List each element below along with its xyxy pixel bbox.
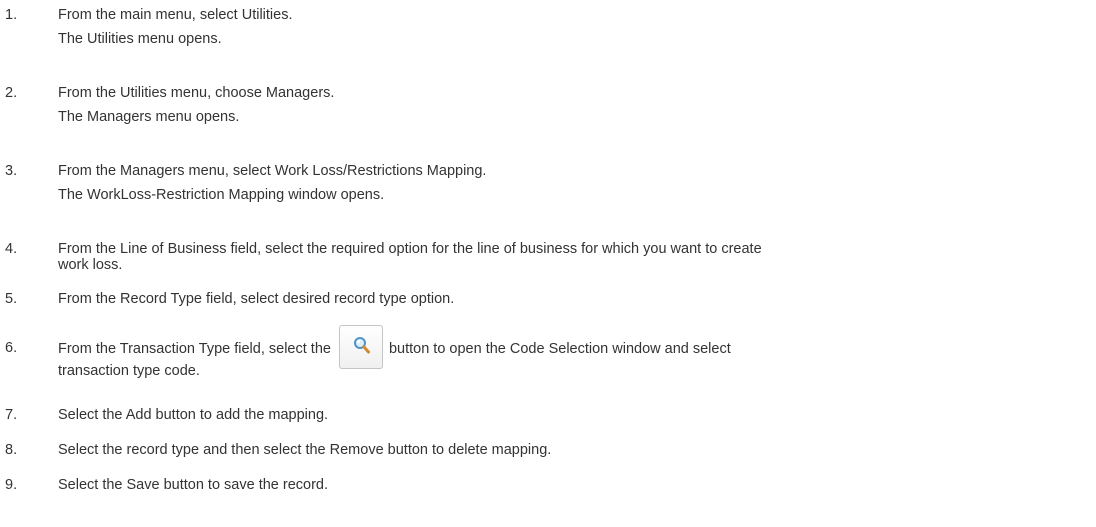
search-icon bbox=[353, 337, 370, 354]
step-number: 8. bbox=[5, 442, 18, 458]
step-result: The Utilities menu opens. bbox=[58, 31, 222, 47]
step-text: Select the Save button to save the recor… bbox=[58, 477, 329, 493]
step-text-before: From the Transaction Type field, select … bbox=[58, 341, 331, 357]
search-button[interactable] bbox=[338, 325, 383, 370]
step-text: Select the record type and then select t… bbox=[58, 442, 552, 458]
step-number: 3. bbox=[5, 163, 18, 179]
step-text: From the Managers menu, select Work Loss… bbox=[58, 163, 487, 179]
step-text: From the Line of Business field, select … bbox=[58, 241, 1068, 273]
step-text: From the Record Type field, select desir… bbox=[58, 291, 455, 307]
step-text: From the Transaction Type field, select … bbox=[58, 325, 1068, 379]
step-number: 1. bbox=[5, 7, 18, 23]
step-number: 6. bbox=[5, 340, 18, 356]
step-text-after: button to open the Code Selection window… bbox=[388, 341, 731, 357]
step-text: Select the Add button to add the mapping… bbox=[58, 407, 329, 423]
step-number: 9. bbox=[5, 477, 18, 493]
step-result: The Managers menu opens. bbox=[58, 109, 240, 125]
step-number: 7. bbox=[5, 407, 18, 423]
step-text-line: From the Line of Business field, select … bbox=[58, 241, 762, 257]
step-number: 4. bbox=[5, 241, 18, 257]
step-number: 2. bbox=[5, 85, 18, 101]
step-text-line: work loss. bbox=[58, 257, 123, 273]
step-result: The WorkLoss-Restriction Mapping window … bbox=[58, 187, 385, 203]
step-number: 5. bbox=[5, 291, 18, 307]
step-text: From the Utilities menu, choose Managers… bbox=[58, 85, 335, 101]
step-text: From the main menu, select Utilities. bbox=[58, 7, 293, 23]
